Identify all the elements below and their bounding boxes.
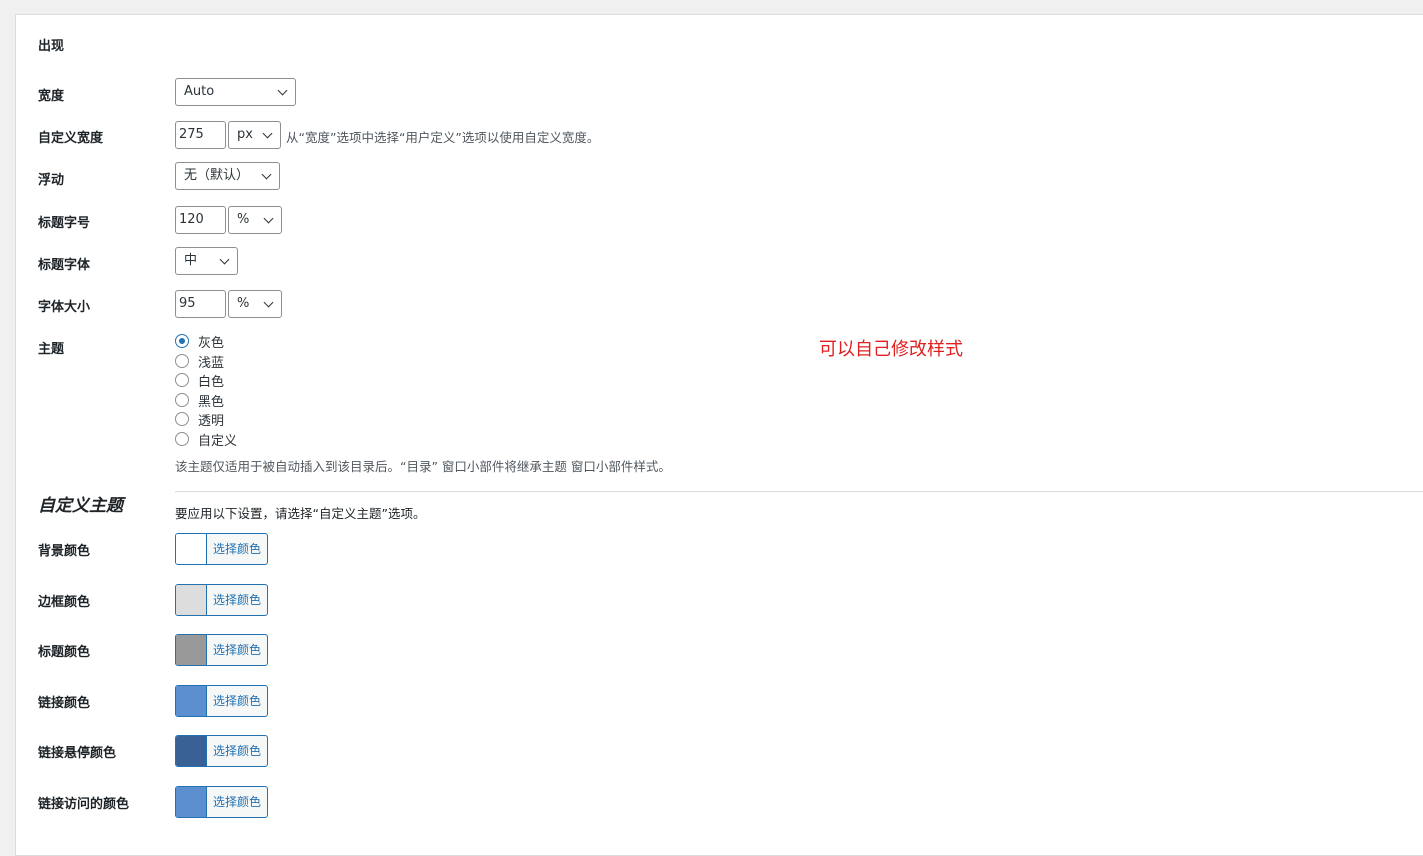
custom-width-unit-select[interactable]: px bbox=[228, 121, 281, 149]
chevron-down-icon bbox=[262, 128, 273, 139]
link-color-label: 链接颜色 bbox=[38, 696, 91, 711]
chevron-down-icon bbox=[263, 297, 274, 308]
title-font-size-unit-select[interactable]: % bbox=[228, 206, 282, 234]
color-swatch bbox=[176, 585, 207, 615]
custom-width-input[interactable]: 275 bbox=[175, 121, 226, 149]
custom-width-unit-value: px bbox=[237, 127, 253, 142]
theme-option-label: 黑色 bbox=[198, 394, 225, 410]
chevron-down-icon bbox=[219, 254, 230, 265]
theme-option-gray[interactable]: 灰色 bbox=[175, 332, 225, 351]
float-label: 浮动 bbox=[38, 173, 65, 188]
chevron-down-icon bbox=[277, 85, 288, 96]
color-picker-label: 选择颜色 bbox=[212, 643, 261, 657]
border-color-picker-button[interactable]: 选择颜色 bbox=[175, 584, 268, 616]
float-select[interactable]: 无（默认） bbox=[175, 162, 280, 190]
link-hover-color-label: 链接悬停颜色 bbox=[38, 746, 117, 761]
title-color-picker-button[interactable]: 选择颜色 bbox=[175, 634, 268, 666]
chevron-down-icon bbox=[261, 169, 272, 180]
radio[interactable] bbox=[175, 393, 189, 407]
float-select-value: 无（默认） bbox=[184, 168, 250, 183]
link-color-picker-button[interactable]: 选择颜色 bbox=[175, 685, 268, 717]
bg-color-label: 背景颜色 bbox=[38, 544, 91, 559]
link-hover-color-picker-button[interactable]: 选择颜色 bbox=[175, 735, 268, 767]
color-swatch bbox=[176, 787, 207, 817]
width-label: 宽度 bbox=[38, 89, 65, 104]
color-swatch bbox=[176, 686, 207, 716]
font-size-unit-value: % bbox=[237, 296, 250, 311]
title-font-size-input[interactable]: 120 bbox=[175, 206, 226, 234]
border-color-label: 边框颜色 bbox=[38, 595, 91, 610]
color-swatch bbox=[176, 736, 207, 766]
radio[interactable] bbox=[175, 412, 189, 426]
theme-option-light-blue[interactable]: 浅蓝 bbox=[175, 352, 225, 371]
theme-option-label: 透明 bbox=[198, 413, 225, 429]
width-select-value: Auto bbox=[184, 84, 215, 99]
theme-option-label: 白色 bbox=[198, 374, 225, 390]
font-size-label: 字体大小 bbox=[38, 300, 91, 315]
radio[interactable] bbox=[175, 354, 189, 368]
theme-option-label: 灰色 bbox=[198, 335, 225, 351]
divider bbox=[175, 491, 1423, 492]
theme-option-label: 自定义 bbox=[198, 433, 238, 449]
custom-width-help: 从“宽度”选项中选择“用户定义”选项以使用自定义宽度。 bbox=[286, 130, 600, 145]
section-title: 出现 bbox=[38, 39, 65, 54]
link-visited-color-picker-button[interactable]: 选择颜色 bbox=[175, 786, 268, 818]
theme-option-white[interactable]: 白色 bbox=[175, 371, 225, 390]
theme-label: 主题 bbox=[38, 342, 65, 357]
radio[interactable] bbox=[175, 373, 189, 387]
color-picker-label: 选择颜色 bbox=[212, 744, 261, 758]
title-color-label: 标题颜色 bbox=[38, 645, 91, 660]
font-size-unit-select[interactable]: % bbox=[228, 290, 282, 318]
color-swatch bbox=[176, 635, 207, 665]
radio-checked[interactable] bbox=[175, 334, 189, 348]
title-font-weight-label: 标题字体 bbox=[38, 258, 91, 273]
theme-help: 该主题仅适用于被自动插入到该目录后。“目录” 窗口小部件将继承主题 窗口小部件样… bbox=[175, 459, 671, 474]
color-picker-label: 选择颜色 bbox=[212, 542, 261, 556]
custom-width-label: 自定义宽度 bbox=[38, 131, 104, 146]
radio[interactable] bbox=[175, 432, 189, 446]
link-visited-color-label: 链接访问的颜色 bbox=[38, 797, 130, 812]
title-font-weight-value: 中 bbox=[184, 253, 198, 268]
color-swatch bbox=[176, 534, 207, 564]
color-picker-label: 选择颜色 bbox=[212, 795, 261, 809]
font-size-input[interactable]: 95 bbox=[175, 290, 226, 318]
chevron-down-icon bbox=[263, 213, 274, 224]
title-font-size-label: 标题字号 bbox=[38, 216, 91, 231]
custom-theme-title: 自定义主题 bbox=[38, 496, 123, 516]
title-font-size-unit-value: % bbox=[237, 212, 250, 227]
theme-option-label: 浅蓝 bbox=[198, 355, 225, 371]
custom-theme-help: 要应用以下设置，请选择“自定义主题”选项。 bbox=[175, 506, 426, 521]
title-font-weight-select[interactable]: 中 bbox=[175, 247, 238, 275]
width-select[interactable]: Auto bbox=[175, 78, 296, 106]
color-picker-label: 选择颜色 bbox=[212, 694, 261, 708]
color-picker-label: 选择颜色 bbox=[212, 593, 261, 607]
theme-option-transparent[interactable]: 透明 bbox=[175, 410, 225, 429]
settings-panel: 出现 宽度 Auto 自定义宽度 275 px 从“宽度”选项中选择“用户定义”… bbox=[15, 14, 1423, 856]
theme-option-custom[interactable]: 自定义 bbox=[175, 430, 238, 449]
bg-color-picker-button[interactable]: 选择颜色 bbox=[175, 533, 268, 565]
annotation-note: 可以自己修改样式 bbox=[819, 339, 963, 360]
theme-option-black[interactable]: 黑色 bbox=[175, 391, 225, 410]
